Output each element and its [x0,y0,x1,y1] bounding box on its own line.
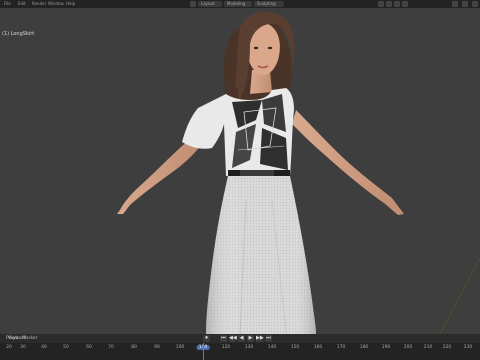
menu-help[interactable]: Help [66,0,75,8]
frame-tick: 140 [267,345,277,350]
workspace-layout-tab[interactable]: Layout [198,1,222,7]
frame-tick: 190 [381,345,391,350]
top-header-bar: File Edit Render Window Help Layout Mode… [0,0,480,8]
frame-tick: 80 [131,345,137,350]
frame-tick: 210 [423,345,433,350]
frame-tick: 100 [175,345,185,350]
frame-tick: 30 [20,345,26,350]
jump-end-button[interactable]: ⏭ [265,335,272,342]
frame-tick: 90 [154,345,160,350]
frame-tick: 120 [221,345,231,350]
frame-tick: 20 [6,345,12,350]
jump-start-button[interactable]: ⏮ [220,335,227,342]
shading-wire-icon[interactable] [378,1,384,7]
frame-tick: 160 [313,345,323,350]
frame-tick: 150 [290,345,300,350]
record-button[interactable]: ⏺ [203,335,210,342]
editor-type-icon[interactable] [190,1,196,7]
frame-tick: 50 [63,345,69,350]
options-icon[interactable] [472,1,478,7]
grid-axis-line [439,257,480,334]
shading-rendered-icon[interactable] [402,1,408,7]
shading-material-icon[interactable] [394,1,400,7]
menu-render[interactable]: Render [32,0,46,8]
menu-edit[interactable]: Edit [18,0,26,8]
frame-tick: 40 [41,345,47,350]
menu-file[interactable]: File [4,0,11,8]
timeline-menu-view[interactable]: View [8,334,19,343]
frame-tick: 230 [463,345,473,350]
jump-keyframe-forward-button[interactable]: ▶▶ [256,335,264,342]
gizmo-icon[interactable] [462,1,468,7]
play-button[interactable]: ▶ [247,335,254,342]
frame-tick: 60 [86,345,92,350]
workspace-sculpting-tab[interactable]: Sculpting [254,1,284,7]
timeline-frame-ruler[interactable]: 20 30 40 50 60 70 80 90 100 110 120 130 … [0,343,480,360]
workspace-modeling-tab[interactable]: Modeling [224,1,252,7]
frame-tick: 220 [442,345,452,350]
frame-tick: 70 [108,345,114,350]
menu-window[interactable]: Window [48,0,64,8]
frame-tick: 130 [244,345,254,350]
overlay-icon[interactable] [452,1,458,7]
frame-tick: 170 [336,345,346,350]
playhead-line[interactable] [203,343,204,360]
3d-viewport[interactable]: (1) LongSkirt [0,8,480,334]
play-reverse-button[interactable]: ◀ [238,335,245,342]
shading-solid-icon[interactable] [386,1,392,7]
frame-tick: 200 [403,345,413,350]
frame-tick: 180 [359,345,369,350]
timeline-menu-marker[interactable]: Marker [22,334,38,343]
character-model-render [117,12,480,334]
jump-keyframe-back-button[interactable]: ◀◀ [229,335,237,342]
timeline-header: Playback View Marker ⏺ ⏮ ◀◀ ◀ ▶ ▶▶ ⏭ [0,334,480,343]
